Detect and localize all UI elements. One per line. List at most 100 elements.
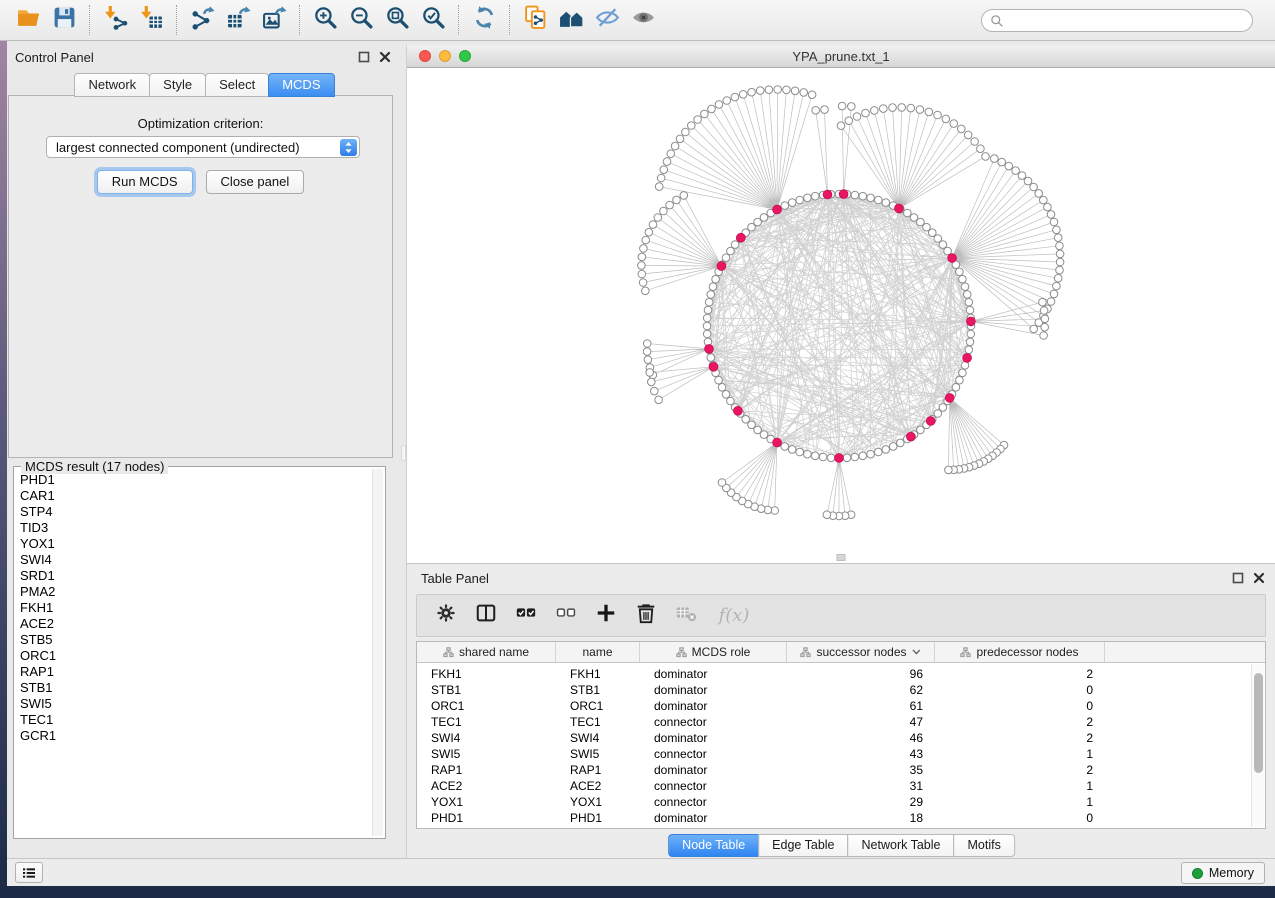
mcds-node-item[interactable]: GCR1 xyxy=(20,728,372,744)
add-column-icon xyxy=(595,602,617,629)
tab-style[interactable]: Style xyxy=(149,73,206,97)
mcds-node-item[interactable]: PHD1 xyxy=(20,472,372,488)
table-cell: 35 xyxy=(787,763,935,777)
column-label: shared name xyxy=(459,645,529,659)
select-all-button[interactable] xyxy=(510,600,542,632)
mcds-node-item[interactable]: TID3 xyxy=(20,520,372,536)
mcds-node-item[interactable]: SWI5 xyxy=(20,696,372,712)
table-row[interactable]: FKH1FKH1dominator962 xyxy=(417,666,1251,682)
mcds-node-item[interactable]: FKH1 xyxy=(20,600,372,616)
tab-select[interactable]: Select xyxy=(205,73,269,97)
column-header-successor-nodes[interactable]: successor nodes xyxy=(787,642,935,662)
zoom-fit-button[interactable] xyxy=(379,3,415,37)
mcds-node-item[interactable]: ACE2 xyxy=(20,616,372,632)
zoom-in-icon xyxy=(313,5,338,35)
table-scrollbar-thumb[interactable] xyxy=(1254,673,1263,773)
table-row[interactable]: RAP1RAP1dominator352 xyxy=(417,762,1251,778)
network-canvas[interactable] xyxy=(407,68,1275,563)
tab-mcds[interactable]: MCDS xyxy=(268,73,334,97)
mcds-node-item[interactable]: STP4 xyxy=(20,504,372,520)
zoom-in-button[interactable] xyxy=(307,3,343,37)
table-cell: 61 xyxy=(787,699,935,713)
mcds-tab-content: Optimization criterion: largest connecte… xyxy=(8,95,393,458)
search-box[interactable] xyxy=(981,9,1253,32)
table-row[interactable]: STB1STB1dominator620 xyxy=(417,682,1251,698)
optimization-criterion-select[interactable]: largest connected component (undirected) xyxy=(46,136,360,158)
column-header-shared-name[interactable]: shared name xyxy=(417,642,556,662)
mcds-node-item[interactable]: TEC1 xyxy=(20,712,372,728)
split-grip[interactable] xyxy=(837,554,846,561)
close-table-panel-button[interactable] xyxy=(1253,572,1265,584)
search-input[interactable] xyxy=(1004,11,1252,30)
table-cell: TEC1 xyxy=(556,715,640,729)
zoom-out-button[interactable] xyxy=(343,3,379,37)
graphics-details-button[interactable] xyxy=(625,3,661,37)
import-network-button[interactable] xyxy=(97,3,133,37)
save-session-button[interactable] xyxy=(46,3,82,37)
delete-column-button[interactable] xyxy=(630,600,662,632)
delete-column-icon xyxy=(635,602,657,629)
mcds-node-item[interactable]: SWI4 xyxy=(20,552,372,568)
tab-node-table[interactable]: Node Table xyxy=(668,834,759,857)
open-file-button[interactable] xyxy=(10,3,46,37)
table-scrollbar[interactable] xyxy=(1251,664,1264,827)
table-row[interactable]: ACE2ACE2connector311 xyxy=(417,778,1251,794)
memory-button[interactable]: Memory xyxy=(1181,862,1265,884)
table-cell: ORC1 xyxy=(417,699,556,713)
table-cell: connector xyxy=(640,715,787,729)
tab-motifs[interactable]: Motifs xyxy=(953,834,1014,857)
zoom-selected-button[interactable] xyxy=(415,3,451,37)
clone-network-button[interactable] xyxy=(517,3,553,37)
network-window-titlebar[interactable]: YPA_prune.txt_1 xyxy=(407,45,1275,68)
function-builder-button: f(x) xyxy=(710,600,754,632)
column-header-predecessor-nodes[interactable]: predecessor nodes xyxy=(935,642,1105,662)
refresh-layout-button[interactable] xyxy=(466,3,502,37)
mcds-list-scrollbar[interactable] xyxy=(372,469,383,836)
table-settings-button[interactable] xyxy=(430,600,462,632)
float-panel-button[interactable] xyxy=(358,51,370,63)
run-mcds-button[interactable]: Run MCDS xyxy=(97,170,193,194)
table-row[interactable]: ORC1ORC1dominator610 xyxy=(417,698,1251,714)
mcds-node-item[interactable]: STB5 xyxy=(20,632,372,648)
mcds-node-item[interactable]: YOX1 xyxy=(20,536,372,552)
birds-eye-view-button[interactable] xyxy=(589,3,625,37)
table-row[interactable]: YOX1YOX1connector291 xyxy=(417,794,1251,810)
mcds-node-item[interactable]: PMA2 xyxy=(20,584,372,600)
tab-network-table[interactable]: Network Table xyxy=(848,834,955,857)
table-row[interactable]: TEC1TEC1connector472 xyxy=(417,714,1251,730)
export-table-button[interactable] xyxy=(220,3,256,37)
task-history-button[interactable] xyxy=(15,862,43,883)
import-table-button[interactable] xyxy=(133,3,169,37)
table-cell: 1 xyxy=(935,747,1105,761)
sort-desc-icon xyxy=(912,649,921,656)
table-panel: Table Panel f(x) shared namenameMCDS rol… xyxy=(406,563,1275,858)
network-graph[interactable] xyxy=(407,68,1275,563)
toolbar-separator xyxy=(509,5,510,35)
close-panel-button-mcds[interactable]: Close panel xyxy=(206,170,305,194)
mcds-node-item[interactable]: ORC1 xyxy=(20,648,372,664)
table-cell: 1 xyxy=(935,779,1105,793)
table-body: FKH1FKH1dominator962STB1STB1dominator620… xyxy=(417,663,1251,828)
refresh-layout-icon xyxy=(472,5,497,35)
mcds-node-item[interactable]: STB1 xyxy=(20,680,372,696)
table-row[interactable]: SWI5SWI5connector431 xyxy=(417,746,1251,762)
column-header-MCDS-role[interactable]: MCDS role xyxy=(640,642,787,662)
column-header-name[interactable]: name xyxy=(556,642,640,662)
delete-table-icon xyxy=(675,602,697,629)
network-manager-button[interactable] xyxy=(553,3,589,37)
tab-edge-table[interactable]: Edge Table xyxy=(758,834,848,857)
tab-network[interactable]: Network xyxy=(74,73,150,97)
table-row[interactable]: PHD1PHD1dominator180 xyxy=(417,810,1251,826)
add-column-button[interactable] xyxy=(590,600,622,632)
close-panel-button[interactable] xyxy=(379,51,391,63)
split-panel-button[interactable] xyxy=(470,600,502,632)
table-row[interactable]: SWI4SWI4dominator462 xyxy=(417,730,1251,746)
deselect-all-button[interactable] xyxy=(550,600,582,632)
mcds-node-item[interactable]: CAR1 xyxy=(20,488,372,504)
function-builder-icon: f(x) xyxy=(715,605,750,626)
mcds-node-item[interactable]: SRD1 xyxy=(20,568,372,584)
float-table-panel-button[interactable] xyxy=(1232,572,1244,584)
export-image-button[interactable] xyxy=(256,3,292,37)
export-network-button[interactable] xyxy=(184,3,220,37)
mcds-node-item[interactable]: RAP1 xyxy=(20,664,372,680)
